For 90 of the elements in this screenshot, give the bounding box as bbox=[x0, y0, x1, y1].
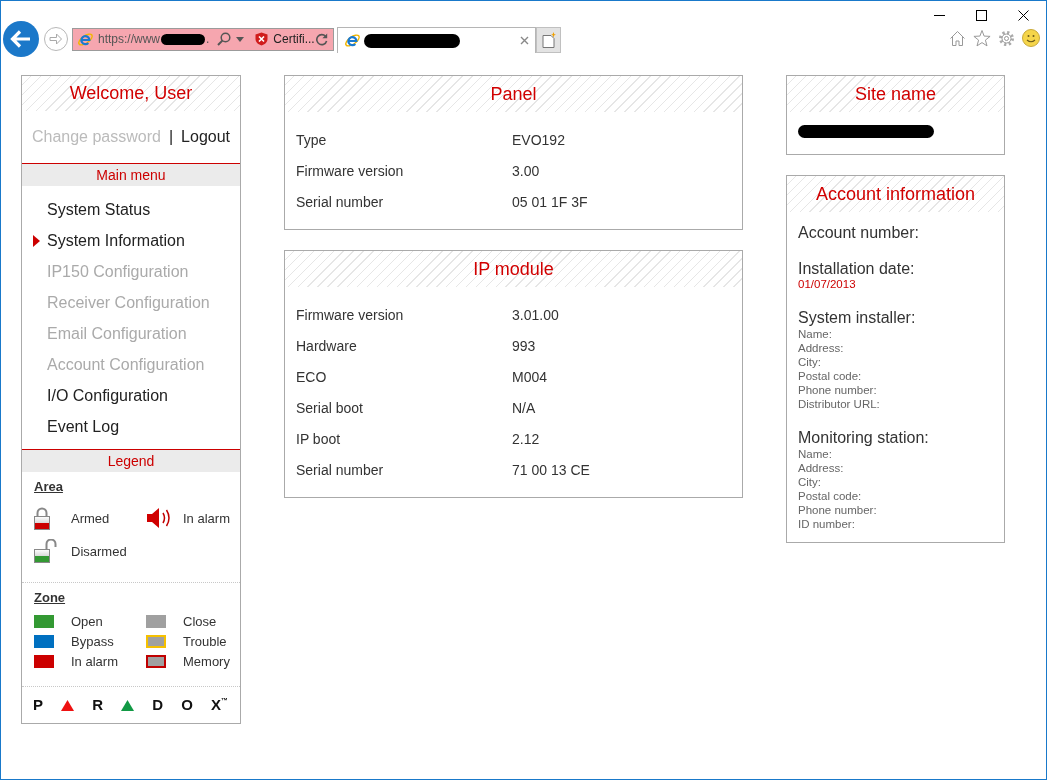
menu-item[interactable]: System Status bbox=[47, 194, 151, 225]
account-field: Address: bbox=[798, 461, 844, 475]
info-label: Serial number bbox=[296, 193, 384, 210]
legend-label: Disarmed bbox=[71, 543, 128, 559]
redaction-mark bbox=[161, 33, 205, 45]
e-logo-icon bbox=[344, 32, 361, 49]
account-field: Distributor URL: bbox=[798, 397, 880, 411]
separator-text: | bbox=[168, 128, 174, 146]
account-heading: Monitoring station: bbox=[798, 429, 929, 447]
home-icon[interactable] bbox=[949, 29, 966, 47]
logo-letter: O bbox=[181, 697, 193, 713]
menu-item[interactable]: I/O Configuration bbox=[47, 380, 168, 411]
info-value: 3.01.00 bbox=[512, 306, 559, 323]
info-label: IP boot bbox=[296, 430, 341, 447]
star-icon[interactable] bbox=[973, 29, 991, 47]
unlocked-padlock-icon bbox=[34, 539, 57, 563]
info-label: ECO bbox=[296, 368, 327, 385]
search-icon[interactable] bbox=[217, 32, 232, 46]
address-bar[interactable]: https://www . Certifi... bbox=[72, 27, 334, 51]
locked-padlock-icon bbox=[34, 506, 50, 530]
legend-label: Memory bbox=[183, 653, 230, 669]
account-value: 01/07/2013 bbox=[798, 278, 856, 291]
account-link[interactable]: Logout bbox=[181, 128, 231, 146]
account-field: Name: bbox=[798, 327, 832, 341]
url-text: . bbox=[206, 32, 210, 46]
account-heading: System installer: bbox=[798, 309, 916, 327]
account-field: Address: bbox=[798, 341, 844, 355]
new-tab-button[interactable] bbox=[536, 27, 561, 53]
panel-title: Account information bbox=[787, 176, 1004, 212]
account-field: Name: bbox=[798, 447, 832, 461]
account-field: City: bbox=[798, 475, 821, 489]
maximize-icon[interactable] bbox=[976, 10, 987, 21]
account-field: Postal code: bbox=[798, 489, 862, 503]
info-value: EVO192 bbox=[512, 131, 565, 148]
browser-tab[interactable] bbox=[337, 27, 536, 53]
refresh-icon[interactable] bbox=[315, 32, 328, 46]
logo-letter: P bbox=[33, 697, 43, 713]
info-label: Firmware version bbox=[296, 162, 404, 179]
menu-item[interactable]: System Information bbox=[33, 225, 185, 256]
new-tab-icon bbox=[541, 32, 556, 48]
info-value: 71 00 13 CE bbox=[512, 461, 590, 478]
account-field: ID number: bbox=[798, 517, 855, 531]
welcome-title: Welcome, User bbox=[22, 76, 240, 111]
speaker-icon bbox=[146, 505, 172, 531]
legend-label: In alarm bbox=[71, 653, 119, 669]
info-value: M004 bbox=[512, 368, 548, 385]
smiley-icon[interactable] bbox=[1022, 29, 1040, 47]
info-label: Type bbox=[296, 131, 327, 148]
info-value: 2.12 bbox=[512, 430, 540, 447]
panel-title: IP module bbox=[285, 251, 742, 287]
forward-icon[interactable] bbox=[44, 27, 68, 51]
triangle-icon bbox=[33, 234, 40, 247]
section-header: Main menu bbox=[22, 163, 240, 186]
panel-title: Site name bbox=[787, 76, 1004, 112]
back-icon[interactable] bbox=[3, 21, 39, 57]
legend-label: Armed bbox=[71, 510, 111, 526]
info-value: N/A bbox=[512, 399, 536, 416]
menu-item[interactable]: Event Log bbox=[47, 411, 120, 442]
legend-label: Open bbox=[71, 613, 104, 629]
certificate-status[interactable]: Certifi... bbox=[273, 32, 315, 46]
logo-letter: R bbox=[92, 697, 104, 713]
legend-label: Close bbox=[183, 613, 218, 629]
info-value: 993 bbox=[512, 337, 536, 354]
legend-label: In alarm bbox=[183, 510, 230, 526]
section-header: Legend bbox=[22, 449, 240, 472]
legend-label: Trouble bbox=[183, 633, 228, 649]
shield-error-icon bbox=[255, 32, 269, 46]
info-label: Serial number bbox=[296, 461, 384, 478]
logo-letter: X$^{™}$ bbox=[210, 697, 228, 713]
e-logo-icon bbox=[77, 30, 94, 48]
info-label: Firmware version bbox=[296, 306, 404, 323]
info-label: Serial boot bbox=[296, 399, 363, 416]
info-value: 05 01 1F 3F bbox=[512, 193, 588, 210]
account-field: Phone number: bbox=[798, 383, 877, 397]
legend-subtitle: Zone bbox=[34, 591, 66, 605]
account-heading: Account number: bbox=[798, 224, 919, 242]
logo-letter: D bbox=[152, 697, 164, 713]
info-value: 3.00 bbox=[512, 162, 540, 179]
settings-icon[interactable] bbox=[998, 29, 1015, 47]
account-field: Postal code: bbox=[798, 369, 862, 383]
legend-label: Bypass bbox=[71, 633, 115, 649]
info-label: Hardware bbox=[296, 337, 357, 354]
legend-subtitle: Area bbox=[34, 480, 63, 494]
account-field: Phone number: bbox=[798, 503, 877, 517]
url-text: https://www bbox=[98, 32, 160, 46]
panel-title: Panel bbox=[285, 76, 742, 112]
close-icon[interactable] bbox=[1018, 10, 1029, 21]
account-heading: Installation date: bbox=[798, 260, 915, 278]
caret-icon[interactable] bbox=[236, 36, 245, 42]
account-field: City: bbox=[798, 355, 821, 369]
